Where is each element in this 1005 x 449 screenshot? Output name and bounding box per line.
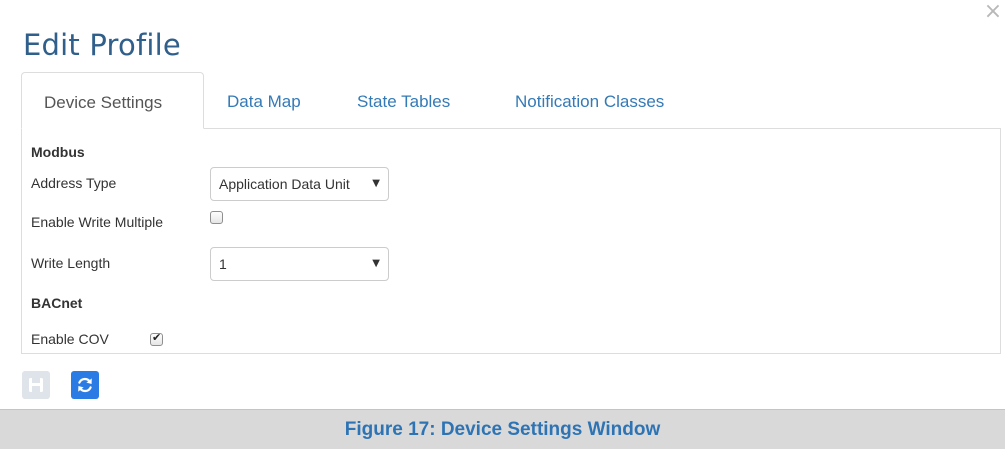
- refresh-icon: [78, 377, 92, 393]
- enable-write-multiple-checkbox[interactable]: [210, 211, 223, 224]
- write-length-select[interactable]: 1 ▼: [210, 247, 389, 281]
- bacnet-heading: BACnet: [31, 295, 83, 311]
- address-type-label: Address Type: [31, 175, 117, 191]
- save-button[interactable]: [22, 371, 50, 399]
- tab-device-settings[interactable]: Device Settings: [21, 72, 204, 129]
- floppy-disk-icon: [29, 378, 43, 392]
- close-icon[interactable]: ×: [983, 1, 1003, 23]
- enable-write-multiple-label: Enable Write Multiple: [31, 214, 164, 230]
- address-type-value: Application Data Unit: [219, 176, 350, 192]
- tab-data-map[interactable]: Data Map: [205, 72, 323, 129]
- figure-caption: Figure 17: Device Settings Window: [0, 409, 1005, 449]
- checkmark-icon: ✔: [152, 331, 162, 344]
- enable-cov-label: Enable COV: [31, 331, 109, 347]
- address-type-select[interactable]: Application Data Unit ▼: [210, 167, 389, 201]
- write-length-value: 1: [219, 256, 227, 272]
- edit-profile-dialog: × Edit Profile Device Settings Data Map …: [0, 0, 1005, 449]
- tab-bar: Device Settings Data Map State Tables No…: [21, 72, 1001, 129]
- chevron-down-icon: ▼: [372, 178, 380, 189]
- write-length-label: Write Length: [31, 255, 111, 271]
- chevron-down-icon: ▼: [372, 258, 380, 269]
- enable-cov-checkbox[interactable]: ✔: [150, 331, 163, 346]
- tab-notification-classes[interactable]: Notification Classes: [493, 72, 686, 129]
- device-settings-panel: Modbus Address Type Application Data Uni…: [21, 128, 1001, 354]
- dialog-title: Edit Profile: [23, 28, 181, 62]
- modbus-heading: Modbus: [31, 144, 85, 160]
- refresh-button[interactable]: [71, 371, 99, 399]
- tab-state-tables[interactable]: State Tables: [335, 72, 472, 129]
